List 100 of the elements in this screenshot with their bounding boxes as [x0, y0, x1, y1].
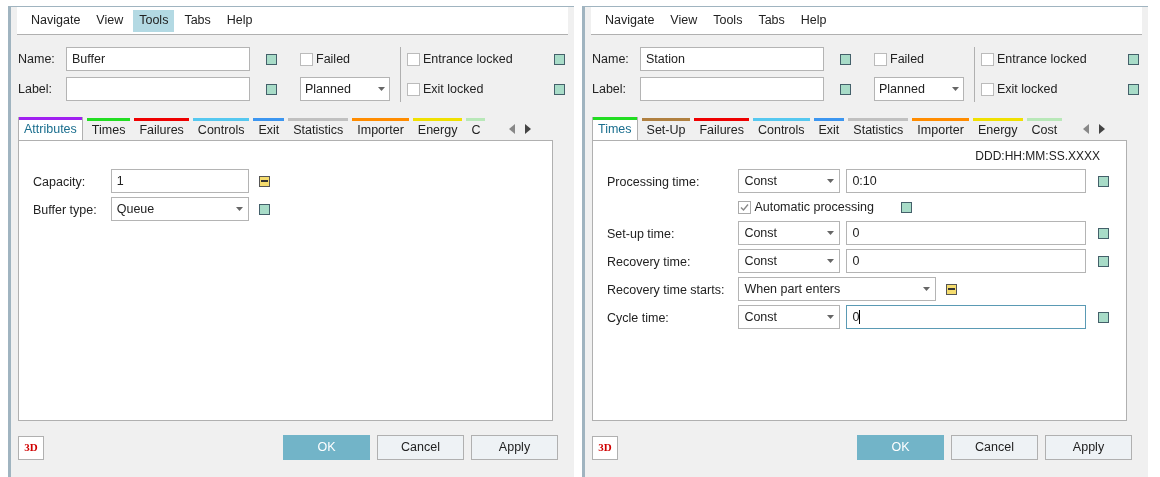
tab[interactable]: C: [466, 118, 486, 140]
caret-icon: [827, 315, 835, 319]
tab[interactable]: Importer: [912, 118, 969, 140]
attribute-marker-icon[interactable]: [554, 53, 565, 65]
checkbox-label: Entrance locked: [997, 50, 1088, 68]
menu-item[interactable]: Tabs: [752, 9, 791, 32]
input-field[interactable]: 0: [846, 249, 1087, 273]
input-field[interactable]: 0: [846, 221, 1087, 245]
attribute-marker-icon[interactable]: [1098, 175, 1110, 187]
tab[interactable]: Times: [86, 118, 131, 140]
attribute-marker-icon[interactable]: [1098, 255, 1110, 267]
mode-dropdown[interactable]: Const: [738, 221, 841, 245]
attribute-marker-icon[interactable]: [901, 201, 913, 213]
menu-item[interactable]: Tools: [133, 9, 175, 32]
scroll-right-icon[interactable]: [1099, 124, 1105, 134]
caret-icon: [827, 259, 835, 263]
input-field[interactable]: Station: [640, 47, 824, 71]
input-field[interactable]: [66, 77, 250, 101]
scroll-right-icon[interactable]: [525, 124, 531, 134]
field-label: Name:: [18, 50, 56, 68]
input-field[interactable]: 0:10: [846, 169, 1087, 193]
input-field[interactable]: 0: [846, 305, 1087, 329]
tab[interactable]: Failures: [694, 118, 749, 140]
dialog-button[interactable]: Cancel: [951, 435, 1038, 460]
menu-item[interactable]: Navigate: [599, 9, 661, 32]
menu-item[interactable]: View: [90, 9, 130, 32]
checkbox-label: Automatic processing: [754, 198, 875, 216]
scroll-left-icon[interactable]: [509, 124, 515, 134]
tab[interactable]: Set-Up: [641, 118, 691, 140]
attribute-marker-icon[interactable]: [1098, 311, 1110, 323]
dialog-button[interactable]: Apply: [471, 435, 558, 460]
attribute-marker-icon[interactable]: [839, 83, 851, 95]
tab[interactable]: Attributes: [18, 117, 83, 140]
field-label: Recovery time starts:: [607, 283, 726, 297]
status-dropdown[interactable]: Planned: [874, 77, 964, 101]
tab[interactable]: Failures: [134, 118, 189, 140]
3d-view-button[interactable]: 3D: [18, 435, 44, 460]
checkbox-label: Failed: [316, 50, 351, 68]
tab[interactable]: Statistics: [848, 118, 909, 140]
tab[interactable]: Energy: [972, 118, 1023, 140]
dialog-button[interactable]: Cancel: [377, 435, 464, 460]
checkbox[interactable]: [407, 82, 420, 96]
attribute-marker-icon[interactable]: [1128, 53, 1139, 65]
field-label: Cycle time:: [607, 311, 670, 325]
menu-item[interactable]: Tabs: [178, 9, 217, 32]
field-label: Processing time:: [607, 175, 701, 189]
tab[interactable]: Exit: [253, 118, 285, 140]
field-label: Capacity:: [33, 175, 87, 189]
attribute-marker-icon[interactable]: [946, 283, 958, 295]
mode-dropdown[interactable]: Const: [738, 305, 841, 329]
attribute-marker-icon[interactable]: [265, 83, 277, 95]
checkbox[interactable]: [874, 52, 887, 66]
checkbox[interactable]: [300, 52, 313, 66]
tab[interactable]: Energy: [412, 118, 463, 140]
mode-dropdown[interactable]: Const: [738, 249, 841, 273]
dropdown[interactable]: When part enters: [738, 277, 937, 301]
tab[interactable]: Importer: [352, 118, 409, 140]
tab[interactable]: Exit: [813, 118, 845, 140]
tab[interactable]: Controls: [752, 118, 810, 140]
menu-item[interactable]: Navigate: [25, 9, 87, 32]
status-dropdown[interactable]: Planned: [300, 77, 390, 101]
checkbox-label: Exit locked: [997, 80, 1059, 98]
attribute-marker-icon[interactable]: [265, 53, 277, 65]
scroll-left-icon[interactable]: [1083, 124, 1089, 134]
checkbox-label: Failed: [890, 50, 925, 68]
input-field[interactable]: [640, 77, 824, 101]
menu-item[interactable]: Help: [794, 9, 833, 32]
menu-item[interactable]: Help: [220, 9, 259, 32]
caret-icon: [827, 231, 835, 235]
checkbox-label: Exit locked: [423, 80, 485, 98]
field-label: Recovery time:: [607, 255, 692, 269]
input-field[interactable]: Buffer: [66, 47, 250, 71]
tab[interactable]: Controls: [192, 118, 250, 140]
dropdown[interactable]: Queue: [110, 197, 249, 221]
format-hint: DDD:HH:MM:SS.XXXX: [975, 148, 1100, 165]
menu-item[interactable]: Tools: [707, 9, 749, 32]
field-label: Buffer type:: [33, 203, 98, 217]
mode-dropdown[interactable]: Const: [738, 169, 841, 193]
checkbox[interactable]: [981, 82, 994, 96]
field-label: Label:: [18, 80, 54, 98]
checkbox[interactable]: [738, 200, 752, 214]
attribute-marker-icon[interactable]: [258, 175, 270, 187]
tab[interactable]: Times: [592, 117, 638, 140]
caret-icon: [952, 87, 959, 91]
tab[interactable]: Cost: [1026, 118, 1063, 140]
attribute-marker-icon[interactable]: [839, 53, 851, 65]
attribute-marker-icon[interactable]: [1128, 83, 1139, 95]
field-label: Name:: [592, 50, 630, 68]
menu-item[interactable]: View: [664, 9, 704, 32]
field-label: Label:: [592, 80, 628, 98]
checkbox[interactable]: [981, 52, 994, 66]
attribute-marker-icon[interactable]: [258, 203, 270, 215]
checkbox[interactable]: [407, 52, 420, 66]
tab[interactable]: Statistics: [288, 118, 349, 140]
field-label: Set-up time:: [607, 227, 676, 241]
attribute-marker-icon[interactable]: [554, 83, 565, 95]
dialog-button[interactable]: Apply: [1045, 435, 1132, 460]
3d-view-button[interactable]: 3D: [592, 435, 618, 460]
attribute-marker-icon[interactable]: [1098, 227, 1110, 239]
input-field[interactable]: 1: [110, 169, 249, 193]
